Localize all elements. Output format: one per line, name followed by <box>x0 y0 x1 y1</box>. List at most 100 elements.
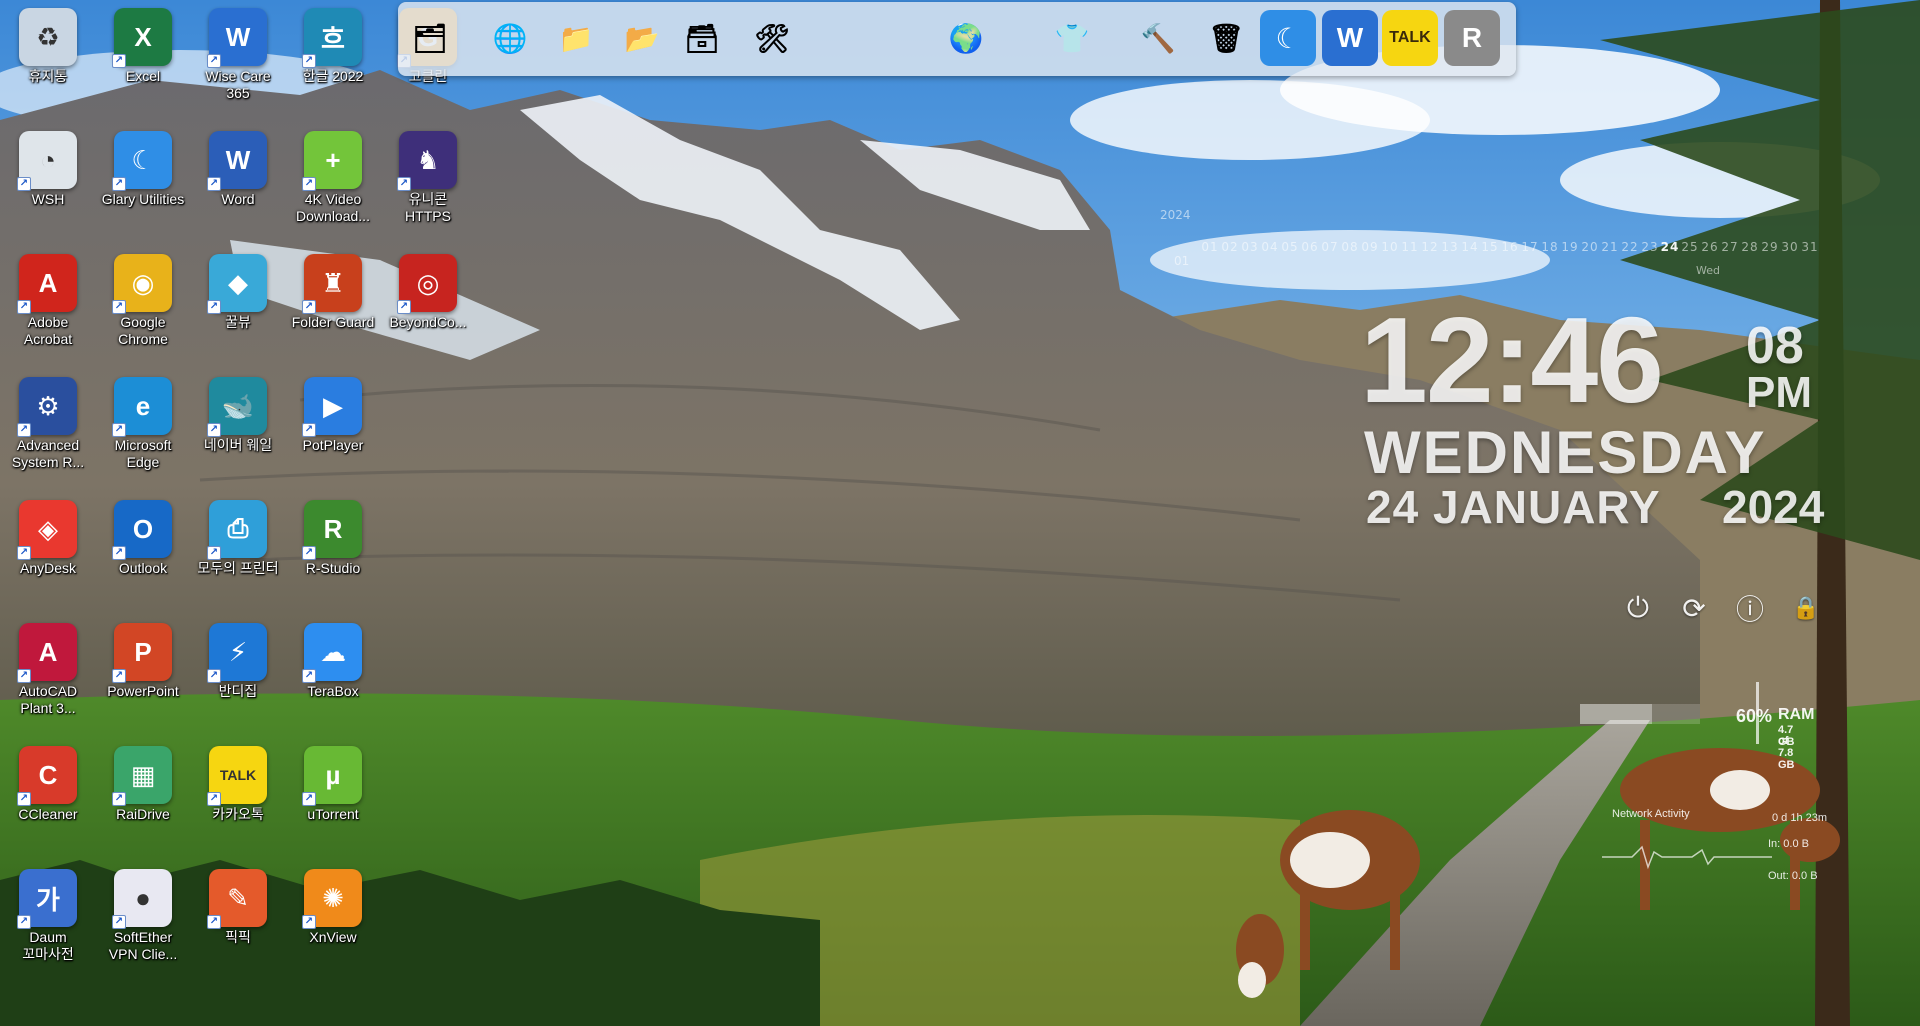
wise-care-icon: W ↗ <box>207 8 267 68</box>
folder-icon[interactable]: 📁 <box>548 10 604 66</box>
shortcut-arrow-icon: ↗ <box>207 792 221 806</box>
desktop-icon-edge[interactable]: e ↗ Microsoft Edge <box>97 369 189 471</box>
calendar-day: 30 <box>1781 240 1799 254</box>
desktop-icon-label: 모두의 프린터 <box>197 560 279 576</box>
desktop-icon-folder-guard[interactable]: ♜ ↗ Folder Guard <box>287 246 379 331</box>
goclean-icon[interactable]: 🗂 <box>402 10 458 66</box>
xnview-icon: ✺ ↗ <box>302 869 362 929</box>
desktop-icon-label: Folder Guard <box>291 314 375 330</box>
desktop-icon-word[interactable]: W ↗ Word <box>192 123 284 208</box>
desktop-icon-anydesk[interactable]: ◈ ↗ AnyDesk <box>2 492 94 577</box>
shortcut-arrow-icon: ↗ <box>207 669 221 683</box>
desktop-icon-hangul[interactable]: 흐 ↗ 한글 2022 <box>287 0 379 85</box>
shortcut-arrow-icon: ↗ <box>112 669 126 683</box>
restart-icon[interactable]: ⟳ <box>1676 590 1712 626</box>
ram-bar-fill <box>1580 704 1652 724</box>
desktop-icon-label: Microsoft Edge <box>114 437 172 470</box>
clock-seconds: 08 <box>1746 317 1804 375</box>
desktop-icon-autocad-plant[interactable]: A ↗ AutoCAD Plant 3... <box>2 615 94 717</box>
desktop-icon-wsh[interactable]: ◔ ↗ WSH <box>2 123 94 208</box>
folder-icon[interactable]: 📂 <box>614 10 670 66</box>
desktop-icon-wise-care[interactable]: W ↗ Wise Care 365 <box>192 0 284 102</box>
desktop-icon-label: 4K Video Download... <box>296 191 370 224</box>
recycle-bin-icon[interactable]: 🗑 <box>1198 10 1254 66</box>
desktop-icon-label: BeyondCo... <box>389 314 467 330</box>
logoff-icon[interactable]: ⓘ <box>1732 590 1768 626</box>
desktop-icon-utorrent[interactable]: µ ↗ uTorrent <box>287 738 379 823</box>
r-studio-icon[interactable]: R <box>1444 10 1500 66</box>
shortcut-arrow-icon: ↗ <box>302 423 316 437</box>
kakaotalk-icon[interactable]: TALK <box>1382 10 1438 66</box>
wise-care-icon[interactable]: W <box>1322 10 1378 66</box>
calendar-day: 23 <box>1641 240 1659 254</box>
desktop-icon-terabox[interactable]: ☁ ↗ TeraBox <box>287 615 379 700</box>
desktop-icon-chrome[interactable]: ◉ ↗ Google Chrome <box>97 246 189 348</box>
calendar-day: 28 <box>1741 240 1759 254</box>
hangul-icon: 흐 ↗ <box>302 8 362 68</box>
desktop-icon-label: Wise Care 365 <box>205 68 271 101</box>
icon-glyph: W <box>225 21 251 52</box>
desktop-icon-r-studio[interactable]: R ↗ R-Studio <box>287 492 379 577</box>
lock-icon[interactable]: 🔒 <box>1788 590 1824 626</box>
shortcut-arrow-icon: ↗ <box>207 423 221 437</box>
glary-utilities-icon[interactable]: ☾ <box>1260 10 1316 66</box>
desktop-icon-softether-vpn[interactable]: ● ↗ SoftEther VPN Clie... <box>97 861 189 963</box>
calendar-day: 09 <box>1361 240 1379 254</box>
network-globe-icon[interactable]: 🌐 <box>482 10 538 66</box>
desktop-icon-label: uTorrent <box>307 806 359 822</box>
desktop-icon-beyond-compare[interactable]: ◎ ↗ BeyondCo... <box>382 246 474 331</box>
desktop-icon-ccleaner[interactable]: C ↗ CCleaner <box>2 738 94 823</box>
desktop-icon-bandizip[interactable]: ⚡ ↗ 반디집 <box>192 615 284 700</box>
desktop-icon-honeyview[interactable]: ◆ ↗ 꿀뷰 <box>192 246 284 331</box>
tshirt-icon[interactable]: 👕 <box>1044 10 1100 66</box>
power-icon[interactable]: ⏻ <box>1620 590 1656 626</box>
desktop-icon-recycle-bin[interactable]: ♻ 휴지통 <box>2 0 94 85</box>
desktop-icon-potplayer[interactable]: ▶ ↗ PotPlayer <box>287 369 379 454</box>
desktop-icon-raidrive[interactable]: ▦ ↗ RaiDrive <box>97 738 189 823</box>
r-studio-icon: R ↗ <box>302 500 362 560</box>
desktop-icon-adobe-acrobat[interactable]: A ↗ Adobe Acrobat <box>2 246 94 348</box>
hammer-icon[interactable]: 🔨 <box>1130 10 1186 66</box>
icon-glyph: ▦ <box>130 759 156 790</box>
icon-glyph: ⚙ <box>36 390 60 421</box>
icon-glyph: ◔ <box>40 144 56 175</box>
desktop-icon-xnview[interactable]: ✺ ↗ XnView <box>287 861 379 946</box>
desktop-icon-picpick[interactable]: ✎ ↗ 픽픽 <box>192 861 284 946</box>
desktop-icon-daum-dictionary[interactable]: 가 ↗ Daum 꼬마사전 <box>2 861 94 963</box>
modu-printer-icon: ⎙ ↗ <box>207 500 267 560</box>
shortcut-arrow-icon: ↗ <box>17 669 31 683</box>
tools-icon[interactable]: 🛠 <box>744 10 800 66</box>
desktop-icon-naver-whale[interactable]: 🐋 ↗ 네이버 웨일 <box>192 369 284 454</box>
desktop-icon-label: AutoCAD Plant 3... <box>18 683 78 716</box>
shortcut-arrow-icon: ↗ <box>112 423 126 437</box>
desktop-icon-advanced-system-repair[interactable]: ⚙ ↗ Advanced System R... <box>2 369 94 471</box>
icon-glyph: P <box>134 636 152 667</box>
clock-date: 24 JANUARY <box>1366 481 1661 533</box>
globe-icon[interactable]: 🌍 <box>938 10 994 66</box>
desktop-icon-label: Outlook <box>118 560 168 576</box>
folder-icon[interactable]: 🗃 <box>674 10 730 66</box>
icon-glyph: 가 <box>36 884 60 915</box>
icon-glyph: ◆ <box>228 267 248 298</box>
calendar-day: 02 <box>1221 240 1239 254</box>
desktop-icon-excel[interactable]: X ↗ Excel <box>97 0 189 85</box>
powerpoint-icon: P ↗ <box>112 623 172 683</box>
desktop-icon-kakaotalk[interactable]: TALK ↗ 카카오톡 <box>192 738 284 823</box>
shortcut-arrow-icon: ↗ <box>112 54 126 68</box>
desktop-icon-glary-utilities[interactable]: ☾ ↗ Glary Utilities <box>97 123 189 208</box>
advanced-system-repair-icon: ⚙ ↗ <box>17 377 77 437</box>
calendar-day: 24 <box>1660 240 1680 254</box>
ram-percent: 60% <box>1736 706 1773 726</box>
ram-bar-track <box>1580 704 1700 724</box>
desktop-icon-4k-video-downloader[interactable]: + ↗ 4K Video Download... <box>287 123 379 225</box>
shortcut-arrow-icon: ↗ <box>302 300 316 314</box>
desktop-icon-modu-printer[interactable]: ⎙ ↗ 모두의 프린터 <box>192 492 284 577</box>
desktop-icon-powerpoint[interactable]: P ↗ PowerPoint <box>97 615 189 700</box>
desktop-icon-unicorn-https[interactable]: ♞ ↗ 유니콘 HTTPS <box>382 123 474 225</box>
desktop-icon-outlook[interactable]: O ↗ Outlook <box>97 492 189 577</box>
calendar-days: 01 02 03 04 05 06 07 08 09 10 11 12 13 14 15 16 17 18 19 20… <box>1200 240 1820 254</box>
desktop-icon-label: WSH <box>31 191 65 207</box>
calendar-day: 17 <box>1521 240 1539 254</box>
calendar-day: 07 <box>1321 240 1339 254</box>
calendar-day: 13 <box>1441 240 1459 254</box>
